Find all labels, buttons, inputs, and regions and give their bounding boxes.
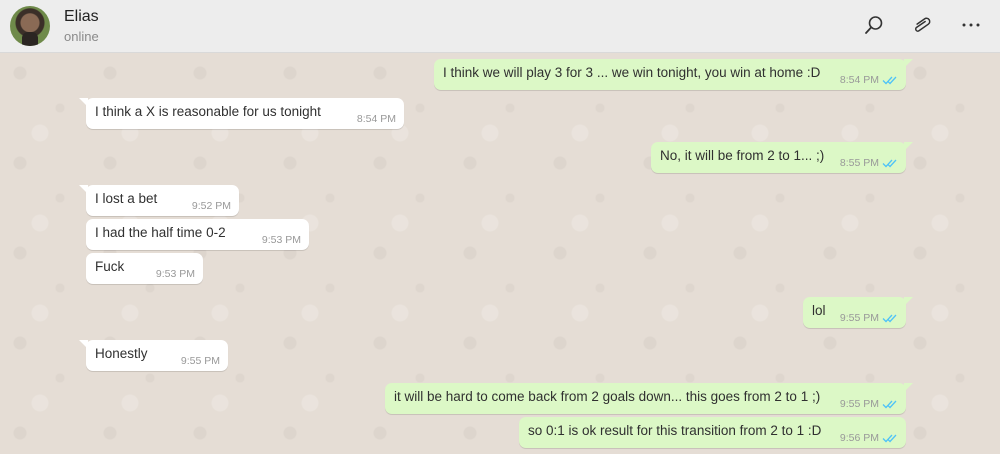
message-bubble-outgoing[interactable]: lol 9:55 PM [803, 297, 913, 328]
message-bubble-incoming[interactable]: I had the half time 0-2 9:53 PM [86, 219, 309, 250]
message-text: No, it will be from 2 to 1... ;) [660, 148, 825, 163]
message-text: Fuck [95, 259, 125, 274]
contact-status: online [64, 29, 99, 44]
message-time: 8:54 PM [356, 113, 396, 125]
message-bubble-incoming[interactable]: I lost a bet 9:52 PM [79, 185, 239, 216]
message-bubble-incoming[interactable]: Honestly 9:55 PM [79, 340, 228, 371]
double-check-icon [882, 400, 897, 409]
message-bubble-outgoing[interactable]: No, it will be from 2 to 1... ;) 8:55 PM [651, 142, 913, 173]
message-time: 9:55 PM [180, 355, 220, 367]
message-bubble-outgoing[interactable]: so 0:1 is ok result for this transition … [519, 417, 906, 448]
message-time: 8:54 PM [839, 74, 879, 86]
message-time: 9:55 PM [839, 398, 879, 410]
message-bubble-outgoing[interactable]: it will be hard to come back from 2 goal… [385, 383, 913, 414]
message-bubble-incoming[interactable]: Fuck 9:53 PM [86, 253, 203, 284]
message-text: so 0:1 is ok result for this transition … [528, 423, 822, 438]
message-bubble-outgoing[interactable]: I think we will play 3 for 3 ... we win … [434, 59, 913, 90]
message-time: 9:55 PM [839, 312, 879, 324]
search-icon[interactable] [861, 12, 887, 38]
message-text: I had the half time 0-2 [95, 225, 226, 240]
more-options-icon[interactable] [958, 12, 984, 38]
double-check-icon [882, 434, 897, 443]
message-time: 9:53 PM [155, 268, 195, 280]
message-time: 9:53 PM [261, 234, 301, 246]
message-text: I think we will play 3 for 3 ... we win … [443, 65, 821, 80]
attach-icon[interactable] [909, 12, 935, 38]
message-text: I think a X is reasonable for us tonight [95, 104, 321, 119]
message-time: 8:55 PM [839, 157, 879, 169]
double-check-icon [882, 314, 897, 323]
contact-name[interactable]: Elias [64, 8, 99, 26]
message-bubble-incoming[interactable]: I think a X is reasonable for us tonight… [79, 98, 404, 129]
double-check-icon [882, 76, 897, 85]
message-text: lol [812, 303, 826, 318]
message-time: 9:52 PM [191, 200, 231, 212]
message-text: I lost a bet [95, 191, 158, 206]
message-time: 9:56 PM [839, 432, 879, 444]
chat-header: Elias online [0, 0, 1000, 53]
message-text: it will be hard to come back from 2 goal… [394, 389, 821, 404]
double-check-icon [882, 159, 897, 168]
message-text: Honestly [95, 346, 148, 361]
message-list: I think we will play 3 for 3 ... we win … [0, 53, 1000, 454]
contact-avatar[interactable] [10, 6, 50, 46]
